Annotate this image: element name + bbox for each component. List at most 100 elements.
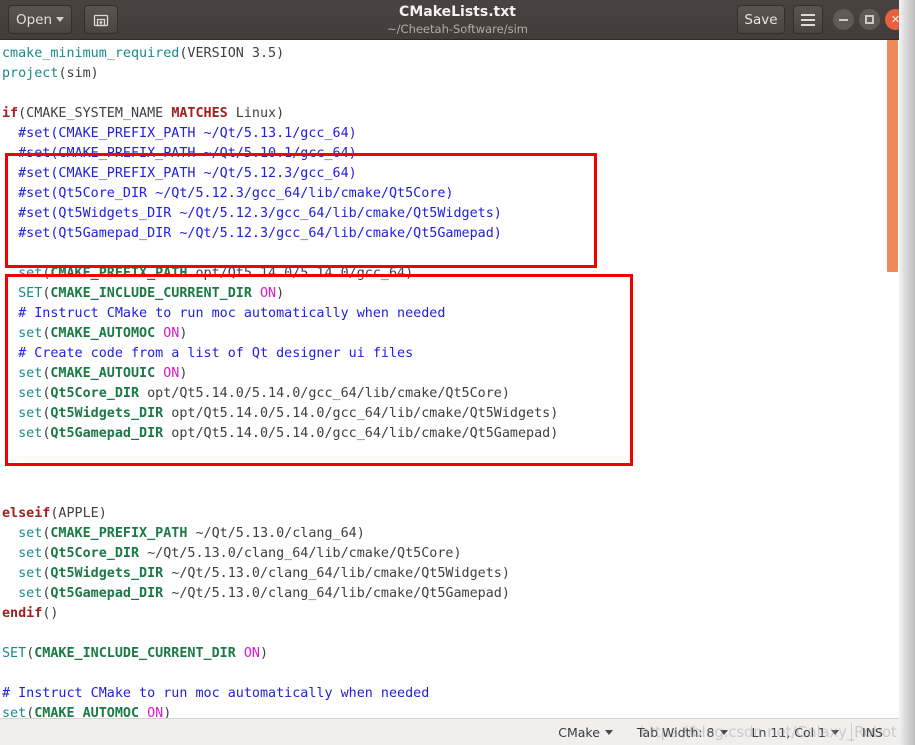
code-token: (sim) bbox=[58, 66, 99, 81]
code-line: set(Qt5Gamepad_DIR ~/Qt/5.13.0/clang_64/… bbox=[0, 584, 558, 604]
code-token: ) bbox=[179, 366, 188, 381]
code-token: ~/Qt/5.13.0/clang_64) bbox=[187, 526, 365, 541]
code-line: elseif(APPLE) bbox=[0, 504, 558, 524]
code-token: opt/Qt5.14.0/5.14.0/gcc_64) bbox=[187, 266, 414, 281]
code-token: #set(Qt5Widgets_DIR ~/Qt/5.12.3/gcc_64/l… bbox=[2, 206, 502, 221]
scrollbar-thumb[interactable] bbox=[887, 40, 898, 272]
save-as-icon bbox=[93, 14, 109, 26]
chevron-down-icon bbox=[56, 17, 65, 22]
insert-mode-indicator[interactable]: INS bbox=[852, 719, 899, 745]
code-token: Qt5Core_DIR bbox=[50, 546, 140, 561]
code-token: ON bbox=[243, 646, 260, 661]
chevron-down-icon bbox=[604, 729, 613, 735]
code-token: #set(CMAKE_PREFIX_PATH ~/Qt/5.12.3/gcc_6… bbox=[2, 166, 357, 181]
language-selector[interactable]: CMake bbox=[546, 719, 625, 745]
code-token: # Instruct CMake to run moc automaticall… bbox=[2, 306, 446, 321]
maximize-icon bbox=[865, 15, 874, 24]
code-line: set(CMAKE_PREFIX_PATH opt/Qt5.14.0/5.14.… bbox=[0, 264, 558, 284]
code-token: MATCHES bbox=[171, 106, 228, 121]
code-line: #set(CMAKE_PREFIX_PATH ~/Qt/5.10.1/gcc_6… bbox=[0, 144, 558, 164]
code-token: CMAKE_INCLUDE_CURRENT_DIR bbox=[50, 286, 252, 301]
code-token: ~/Qt/5.13.0/clang_64/lib/cmake/Qt5Widget… bbox=[163, 566, 510, 581]
open-button-label: Open bbox=[15, 11, 53, 28]
code-token: CMAKE_AUTOMOC bbox=[34, 706, 140, 718]
code-token: opt/Qt5.14.0/5.14.0/gcc_64/lib/cmake/Qt5… bbox=[163, 406, 559, 421]
code-token: #set(CMAKE_PREFIX_PATH ~/Qt/5.13.1/gcc_6… bbox=[2, 126, 357, 141]
code-token: ~/Qt/5.13.0/clang_64/lib/cmake/Qt5Gamepa… bbox=[163, 586, 510, 601]
code-line: set(Qt5Gamepad_DIR opt/Qt5.14.0/5.14.0/g… bbox=[0, 424, 558, 444]
code-token: project bbox=[2, 66, 59, 81]
code-token: Qt5Core_DIR bbox=[50, 386, 140, 401]
code-token: CMAKE_AUTOMOC bbox=[50, 326, 156, 341]
save-as-button[interactable] bbox=[84, 5, 118, 34]
code-line: #set(Qt5Gamepad_DIR ~/Qt/5.12.3/gcc_64/l… bbox=[0, 224, 558, 244]
code-token: Qt5Widgets_DIR bbox=[50, 406, 164, 421]
code-line: # Instruct CMake to run moc automaticall… bbox=[0, 304, 558, 324]
code-token: ON bbox=[259, 286, 277, 301]
tab-width-label: Tab Width: 8 bbox=[636, 724, 715, 740]
cursor-position-selector[interactable]: Ln 11, Col 1 bbox=[740, 719, 852, 745]
code-token: cmake_minimum_required bbox=[2, 46, 180, 61]
code-line: endif() bbox=[0, 604, 558, 624]
language-label: CMake bbox=[558, 724, 600, 740]
code-token: set bbox=[18, 566, 43, 581]
hamburger-menu-icon bbox=[801, 13, 815, 26]
code-token: opt/Qt5.14.0/5.14.0/gcc_64/lib/cmake/Qt5… bbox=[139, 386, 510, 401]
code-line: cmake_minimum_required(VERSION 3.5) bbox=[0, 44, 558, 64]
code-line: #set(CMAKE_PREFIX_PATH ~/Qt/5.12.3/gcc_6… bbox=[0, 164, 558, 184]
code-line: set(CMAKE_AUTOMOC ON) bbox=[0, 324, 558, 344]
save-button[interactable]: Save bbox=[737, 5, 785, 34]
chevron-down-icon bbox=[719, 729, 728, 735]
code-token: (CMAKE_SYSTEM_NAME bbox=[18, 106, 172, 121]
tab-width-selector[interactable]: Tab Width: 8 bbox=[625, 719, 740, 745]
code-line: set(Qt5Widgets_DIR ~/Qt/5.13.0/clang_64/… bbox=[0, 564, 558, 584]
code-token: elseif bbox=[2, 506, 51, 521]
code-token: #set(Qt5Gamepad_DIR ~/Qt/5.12.3/gcc_64/l… bbox=[2, 226, 502, 241]
code-token: set bbox=[18, 586, 43, 601]
main-menu-button[interactable] bbox=[793, 5, 823, 34]
code-line: set(CMAKE_AUTOMOC ON) bbox=[0, 704, 558, 718]
code-token: endif bbox=[2, 606, 43, 621]
code-token: opt/Qt5.14.0/5.14.0/gcc_64/lib/cmake/Qt5… bbox=[163, 426, 559, 441]
code-content[interactable]: cmake_minimum_required(VERSION 3.5) proje… bbox=[0, 40, 558, 718]
gedit-window: Open CMakeLists.txt ~/Cheetah-Software/s… bbox=[0, 0, 915, 745]
code-token: Qt5Gamepad_DIR bbox=[50, 586, 164, 601]
code-token: set bbox=[2, 706, 27, 718]
text-editor-area[interactable]: cmake_minimum_required(VERSION 3.5) proje… bbox=[0, 40, 915, 718]
code-token: ~/Qt/5.13.0/clang_64/lib/cmake/Qt5Core) bbox=[139, 546, 462, 561]
code-token: ON bbox=[147, 706, 164, 718]
code-line: set(Qt5Core_DIR opt/Qt5.14.0/5.14.0/gcc_… bbox=[0, 384, 558, 404]
chevron-down-icon bbox=[831, 729, 840, 735]
code-token: Qt5Gamepad_DIR bbox=[50, 426, 164, 441]
code-token: set bbox=[18, 326, 43, 341]
code-token: CMAKE_AUTOUIC bbox=[50, 366, 156, 381]
code-token: Qt5Widgets_DIR bbox=[50, 566, 164, 581]
code-line: set(CMAKE_PREFIX_PATH ~/Qt/5.13.0/clang_… bbox=[0, 524, 558, 544]
maximize-button[interactable] bbox=[859, 9, 880, 30]
minimize-button[interactable] bbox=[833, 9, 854, 30]
window-controls: ✕ bbox=[833, 9, 906, 30]
code-token: set bbox=[18, 406, 43, 421]
code-token: set bbox=[18, 546, 43, 561]
open-button[interactable]: Open bbox=[8, 5, 72, 34]
code-token: SET bbox=[2, 646, 27, 661]
code-line: if(CMAKE_SYSTEM_NAME MATCHES Linux) bbox=[0, 104, 558, 124]
vertical-scrollbar[interactable] bbox=[886, 40, 899, 718]
code-line: set(Qt5Widgets_DIR opt/Qt5.14.0/5.14.0/g… bbox=[0, 404, 558, 424]
